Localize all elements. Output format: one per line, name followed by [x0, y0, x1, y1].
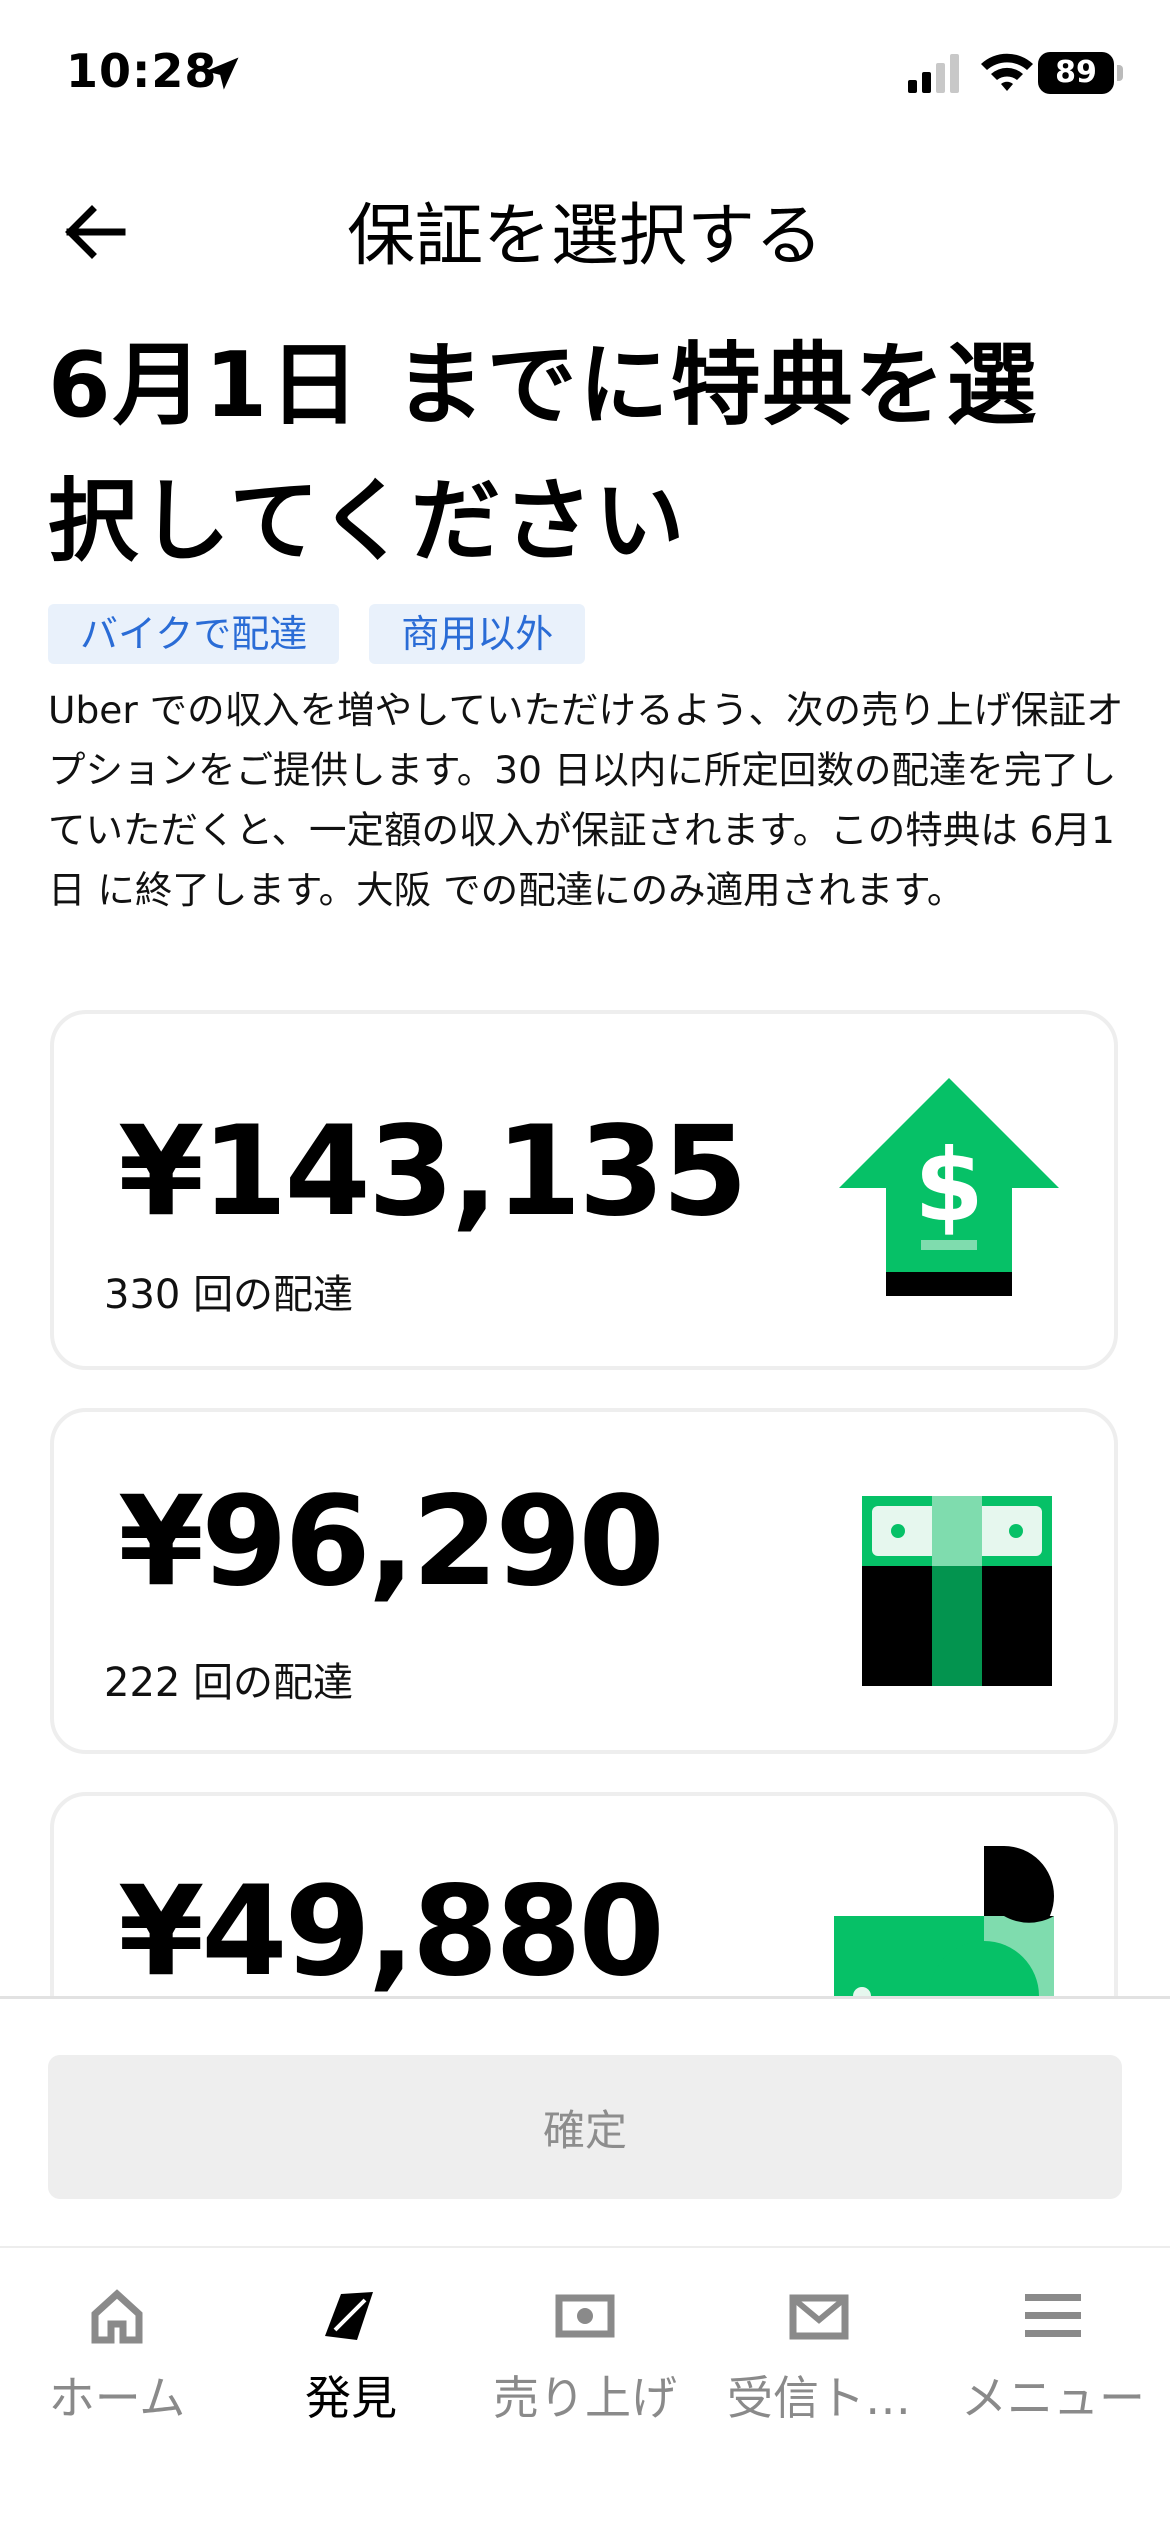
status-bar: 10:28 89: [0, 0, 1170, 150]
tab-earnings[interactable]: 売り上げ: [468, 2286, 702, 2436]
svg-text:$: $: [914, 1127, 984, 1244]
confirm-panel: 確定: [0, 1996, 1170, 2249]
headline: 6月1日 までに特典を選択してください: [48, 333, 1039, 574]
inbox-icon: [789, 2294, 849, 2340]
tag-non-commercial: 商用以外: [369, 604, 586, 664]
delivery-count: 222 回の配達: [104, 1660, 354, 1706]
cellular-signal-icon: [908, 54, 959, 93]
battery-icon: 89: [1038, 52, 1123, 94]
discover-icon: [325, 2292, 373, 2340]
menu-icon: [1025, 2294, 1081, 2337]
money-up-arrow-icon: $: [839, 1078, 1059, 1296]
confirm-button[interactable]: 確定: [48, 2055, 1122, 2199]
status-time: 10:28: [66, 44, 218, 98]
tab-inbox[interactable]: 受信ト…: [702, 2286, 936, 2436]
guarantee-amount: ¥96,290: [118, 1470, 665, 1614]
tab-label: 売り上げ: [493, 2371, 677, 2425]
tab-menu[interactable]: メニュー: [936, 2286, 1170, 2436]
tag-bike-delivery: バイクで配達: [48, 604, 340, 664]
guarantee-amount: ¥143,135: [118, 1100, 748, 1244]
description: Uber での収入を増やしていただけるよう、次の売り上げ保証オプションをご提供し…: [48, 688, 1124, 912]
bottom-tab-bar: ホーム 発見 売り上げ 受信ト… メニュー: [0, 2246, 1170, 2534]
home-icon: [91, 2289, 143, 2344]
location-arrow-icon: [205, 57, 239, 90]
guarantee-option-card[interactable]: ¥96,290 222 回の配達: [50, 1408, 1118, 1754]
tab-label: 発見: [305, 2371, 397, 2425]
tag-list: バイクで配達 商用以外: [48, 604, 586, 664]
wifi-icon: [981, 53, 1033, 91]
guarantee-option-card[interactable]: ¥143,135 330 回の配達 $: [50, 1010, 1118, 1370]
tab-discover[interactable]: 発見: [234, 2286, 468, 2436]
earnings-icon: [555, 2294, 615, 2338]
tab-label: ホーム: [48, 2371, 186, 2425]
page-title: 保証を選択する: [346, 197, 823, 276]
tab-home[interactable]: ホーム: [0, 2286, 234, 2436]
cash-gift-icon: [862, 1496, 1052, 1686]
tab-label: 受信ト…: [727, 2371, 911, 2425]
delivery-count: 330 回の配達: [104, 1272, 354, 1318]
tab-label: メニュー: [961, 2371, 1145, 2425]
guarantee-amount: ¥49,880: [118, 1860, 665, 2004]
